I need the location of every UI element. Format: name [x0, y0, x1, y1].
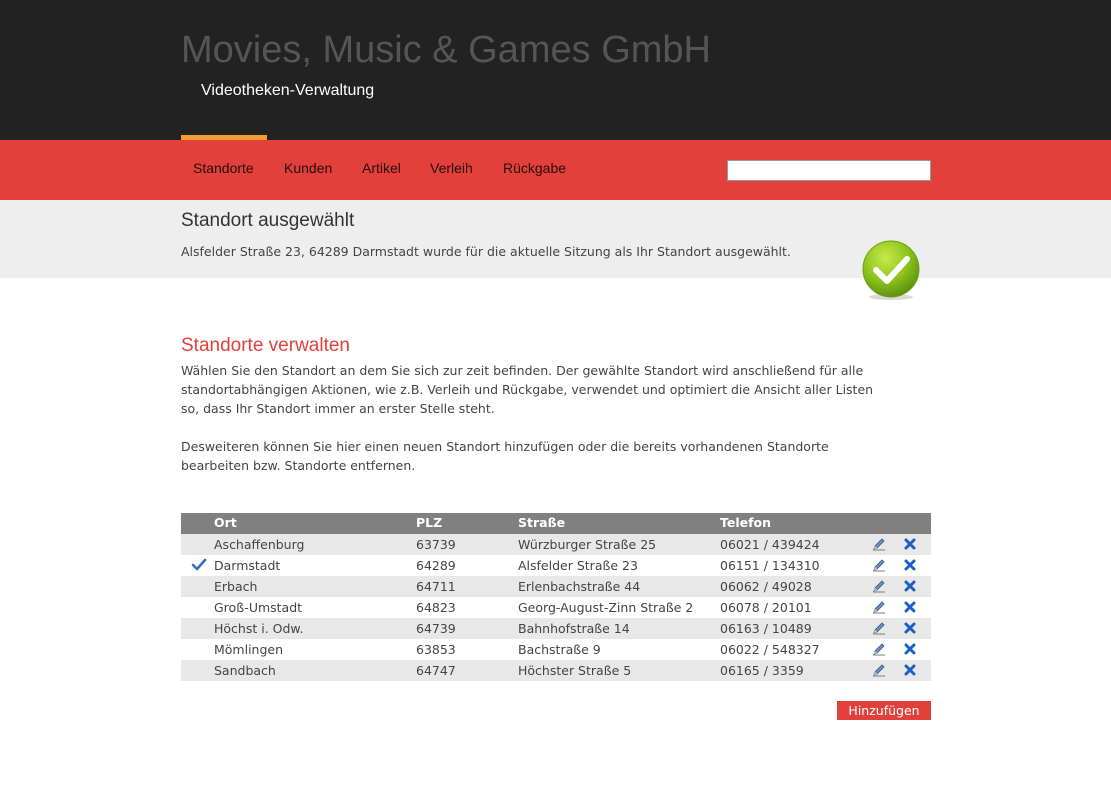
- pencil-edit-icon[interactable]: [872, 663, 886, 677]
- cell-plz: 64823: [416, 600, 456, 615]
- notice-text: Alsfelder Straße 23, 64289 Darmstadt wur…: [181, 244, 791, 259]
- notice-title: Standort ausgewählt: [181, 210, 355, 231]
- cell-telefon: 06165 / 3359: [720, 663, 804, 678]
- pencil-edit-icon[interactable]: [872, 537, 886, 551]
- nav-item-kunden[interactable]: Kunden: [284, 160, 332, 176]
- column-header-plz: PLZ: [416, 515, 443, 530]
- cell-strasse: Georg-August-Zinn Straße 2: [518, 600, 694, 615]
- info-line: bearbeiten bzw. Standorte entfernen.: [181, 458, 416, 473]
- nav-item-verleih[interactable]: Verleih: [430, 160, 473, 176]
- cell-telefon: 06078 / 20101: [720, 600, 812, 615]
- cell-ort: Aschaffenburg: [214, 537, 305, 552]
- close-x-icon[interactable]: [903, 600, 917, 614]
- close-x-icon[interactable]: [903, 663, 917, 677]
- close-x-icon[interactable]: [903, 537, 917, 551]
- cell-strasse: Bachstraße 9: [518, 642, 601, 657]
- selection-notice: Standort ausgewählt Alsfelder Straße 23,…: [0, 200, 1111, 278]
- table-row[interactable]: Sandbach 64747 Höchster Straße 5 06165 /…: [181, 660, 931, 681]
- cell-plz: 64289: [416, 558, 456, 573]
- checkmark-icon: [191, 558, 207, 571]
- pencil-edit-icon[interactable]: [872, 642, 886, 656]
- brand-subtitle: Videotheken-Verwaltung: [201, 82, 375, 99]
- cell-plz: 63739: [416, 537, 456, 552]
- cell-strasse: Alsfelder Straße 23: [518, 558, 638, 573]
- section-title: Standorte verwalten: [181, 335, 350, 356]
- table-row[interactable]: Groß-Umstadt 64823 Georg-August-Zinn Str…: [181, 597, 931, 618]
- site-header: Movies, Music & Games GmbH Videotheken-V…: [0, 0, 1111, 140]
- column-header-strasse: Straße: [518, 515, 566, 530]
- table-row[interactable]: Höchst i. Odw. 64739 Bahnhofstraße 14 06…: [181, 618, 931, 639]
- cell-strasse: Höchster Straße 5: [518, 663, 632, 678]
- cell-strasse: Bahnhofstraße 14: [518, 621, 630, 636]
- intro-paragraph: Wählen Sie den Standort an dem Sie sich …: [181, 361, 931, 418]
- brand-title: Movies, Music & Games GmbH: [181, 29, 711, 71]
- cell-strasse: Würzburger Straße 25: [518, 537, 657, 552]
- cell-ort: Höchst i. Odw.: [214, 621, 304, 636]
- main-nav: Standorte Kunden Artikel Verleih Rückgab…: [0, 140, 1111, 200]
- intro-line: Wählen Sie den Standort an dem Sie sich …: [181, 363, 864, 378]
- cell-plz: 64739: [416, 621, 456, 636]
- table-row[interactable]: Darmstadt 64289 Alsfelder Straße 23 0615…: [181, 555, 931, 576]
- nav-item-rueckgabe[interactable]: Rückgabe: [503, 160, 566, 176]
- cell-ort: Groß-Umstadt: [214, 600, 303, 615]
- cell-plz: 64747: [416, 663, 456, 678]
- intro-line: standortabhängigen Aktionen, wie z.B. Ve…: [181, 382, 874, 397]
- pencil-edit-icon[interactable]: [872, 621, 886, 635]
- info-line: Desweiteren können Sie hier einen neuen …: [181, 439, 829, 454]
- info-paragraph: Desweiteren können Sie hier einen neuen …: [181, 437, 931, 475]
- cell-strasse: Erlenbachstraße 44: [518, 579, 641, 594]
- table-row[interactable]: Aschaffenburg 63739 Würzburger Straße 25…: [181, 534, 931, 555]
- locations-table: Ort PLZ Straße Telefon Aschaffenburg 637…: [181, 513, 931, 681]
- nav-item-artikel[interactable]: Artikel: [362, 160, 401, 176]
- close-x-icon[interactable]: [903, 558, 917, 572]
- cell-plz: 64711: [416, 579, 456, 594]
- cell-telefon: 06163 / 10489: [720, 621, 812, 636]
- nav-item-standorte[interactable]: Standorte: [193, 160, 254, 176]
- check-success-icon: [862, 240, 920, 300]
- pencil-edit-icon[interactable]: [872, 600, 886, 614]
- cell-ort: Erbach: [214, 579, 258, 594]
- cell-ort: Sandbach: [214, 663, 276, 678]
- intro-line: so, dass Ihr Standort immer an erster St…: [181, 401, 495, 416]
- cell-ort: Mömlingen: [214, 642, 284, 657]
- table-row[interactable]: Erbach 64711 Erlenbachstraße 44 06062 / …: [181, 576, 931, 597]
- cell-telefon: 06062 / 49028: [720, 579, 812, 594]
- close-x-icon[interactable]: [903, 621, 917, 635]
- column-header-telefon: Telefon: [720, 515, 772, 530]
- cell-telefon: 06022 / 548327: [720, 642, 820, 657]
- pencil-edit-icon[interactable]: [872, 558, 886, 572]
- close-x-icon[interactable]: [903, 642, 917, 656]
- search-input[interactable]: [727, 160, 931, 181]
- column-header-ort: Ort: [214, 515, 237, 530]
- cell-plz: 63853: [416, 642, 456, 657]
- pencil-edit-icon[interactable]: [872, 579, 886, 593]
- add-location-button[interactable]: Hinzufügen: [837, 701, 931, 720]
- cell-telefon: 06151 / 134310: [720, 558, 820, 573]
- table-header: Ort PLZ Straße Telefon: [181, 513, 931, 534]
- cell-telefon: 06021 / 439424: [720, 537, 820, 552]
- cell-ort: Darmstadt: [214, 558, 281, 573]
- close-x-icon[interactable]: [903, 579, 917, 593]
- table-row[interactable]: Mömlingen 63853 Bachstraße 9 06022 / 548…: [181, 639, 931, 660]
